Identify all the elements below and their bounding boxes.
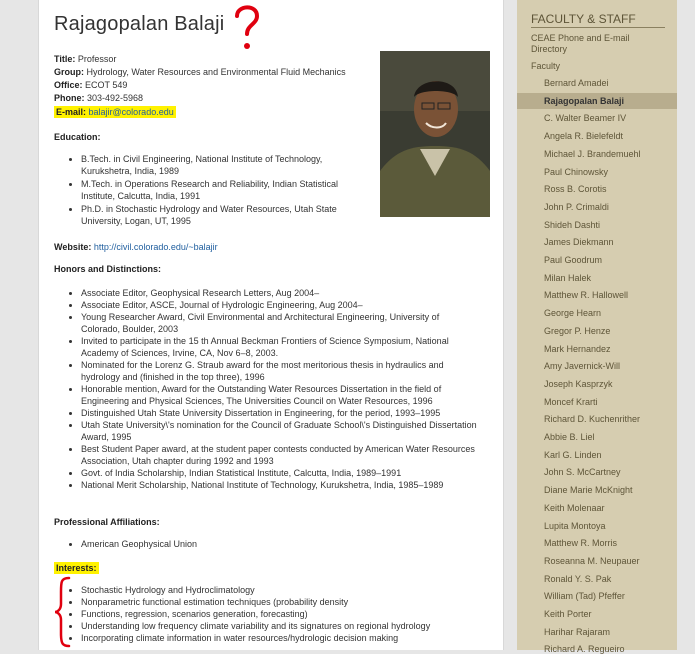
honors-item: Distinguished Utah State University Diss… xyxy=(81,407,479,419)
affiliation-item: American Geophysical Union xyxy=(81,538,381,550)
honors-item: Associate Editor, Geophysical Research L… xyxy=(81,287,479,299)
sidebar-faculty-item[interactable]: Roseanna M. Neupauer xyxy=(544,556,640,566)
office-row: Office: ECOT 549 xyxy=(54,79,127,91)
website-label: Website: xyxy=(54,242,92,252)
website-row: Website: http://civil.colorado.edu/~bala… xyxy=(54,241,218,253)
group-row: Group: Hydrology, Water Resources and En… xyxy=(54,66,346,78)
phone-value: 303-492-5968 xyxy=(87,93,144,103)
interest-item: Functions, regression, scenarios generat… xyxy=(81,608,481,620)
sidebar-faculty-item[interactable]: C. Walter Beamer IV xyxy=(544,113,626,123)
interest-item: Understanding low frequency climate vari… xyxy=(81,620,481,632)
sidebar-faculty-item[interactable]: Milan Halek xyxy=(544,273,591,283)
honors-item: Govt. of India Scholarship, Indian Stati… xyxy=(81,467,479,479)
sidebar-faculty-item[interactable]: Harihar Rajaram xyxy=(544,627,610,637)
interests-heading: Interests: xyxy=(54,562,99,574)
title-label: Title: xyxy=(54,54,76,64)
interest-item: Incorporating climate information in wat… xyxy=(81,632,481,644)
honors-item: Invited to participate in the 15 th Annu… xyxy=(81,335,479,359)
title-value: Professor xyxy=(77,54,117,64)
group-label: Group: xyxy=(54,67,84,77)
page-margin xyxy=(677,0,695,650)
sidebar-faculty-item[interactable]: Keith Porter xyxy=(544,609,592,619)
interest-item: Stochastic Hydrology and Hydroclimatolog… xyxy=(81,584,481,596)
honors-item: Associate Editor, ASCE, Journal of Hydro… xyxy=(81,299,479,311)
main-content: Rajagopalan Balaji Title: Professor Grou… xyxy=(38,0,504,650)
title-row: Title: Professor xyxy=(54,53,116,65)
sidebar-faculty-item[interactable]: William (Tad) Pfeffer xyxy=(544,591,625,601)
phone-directory-link[interactable]: CEAE Phone and E-mail Directory xyxy=(531,33,661,55)
sidebar-faculty-item[interactable]: Mark Hernandez xyxy=(544,344,611,354)
sidebar-faculty-item[interactable]: Abbie B. Liel xyxy=(544,432,595,442)
sidebar-faculty-item[interactable]: Michael J. Brandemuehl xyxy=(544,149,641,159)
group-value: Hydrology, Water Resources and Environme… xyxy=(86,67,346,77)
sidebar-faculty-item[interactable]: Shideh Dashti xyxy=(544,220,600,230)
sidebar-faculty-item[interactable]: Keith Molenaar xyxy=(544,503,605,513)
honors-list: Associate Editor, Geophysical Research L… xyxy=(69,287,479,491)
website-link[interactable]: http://civil.colorado.edu/~balajir xyxy=(94,242,218,252)
sidebar-faculty-item[interactable]: Diane Marie McKnight xyxy=(544,485,633,495)
honors-item: Nominated for the Lorenz G. Straub award… xyxy=(81,359,479,383)
sidebar-faculty-item[interactable]: Angela R. Bielefeldt xyxy=(544,131,623,141)
email-highlight: E-mail: balajir@colorado.edu xyxy=(54,106,176,118)
education-item: B.Tech. in Civil Engineering, National I… xyxy=(81,153,366,177)
affiliations-heading: Professional Affiliations: xyxy=(54,517,160,527)
sidebar-faculty-item[interactable]: Richard A. Regueiro xyxy=(544,644,625,654)
office-value: ECOT 549 xyxy=(85,80,128,90)
sidebar-faculty-item[interactable]: Bernard Amadei xyxy=(544,78,609,88)
email-label: E-mail: xyxy=(56,107,87,117)
sidebar-faculty-item[interactable]: John P. Crimaldi xyxy=(544,202,609,212)
sidebar: FACULTY & STAFF CEAE Phone and E-mail Di… xyxy=(517,0,690,654)
education-item: Ph.D. in Stochastic Hydrology and Water … xyxy=(81,203,366,227)
sidebar-faculty-item[interactable]: Richard D. Kuchenrither xyxy=(544,414,640,424)
sidebar-faculty-item[interactable]: John S. McCartney xyxy=(544,467,621,477)
sidebar-faculty-item[interactable]: James Diekmann xyxy=(544,237,614,247)
sidebar-faculty-item[interactable]: Joseph Kasprzyk xyxy=(544,379,613,389)
sidebar-faculty-item[interactable]: Matthew R. Morris xyxy=(544,538,617,548)
phone-label: Phone: xyxy=(54,93,85,103)
profile-photo xyxy=(380,51,490,217)
question-mark-icon xyxy=(235,5,260,49)
honors-item: Honorable mention, Award for the Outstan… xyxy=(81,383,479,407)
honors-heading: Honors and Distinctions: xyxy=(54,264,162,274)
page-title: Rajagopalan Balaji xyxy=(54,13,225,35)
sidebar-faculty-item[interactable]: Rajagopalan Balaji xyxy=(517,92,690,109)
affiliations-list: American Geophysical Union xyxy=(69,538,381,550)
sidebar-faculty-item[interactable]: Matthew R. Hallowell xyxy=(544,290,628,300)
sidebar-faculty-item[interactable]: Ross B. Corotis xyxy=(544,184,607,194)
phone-row: Phone: 303-492-5968 xyxy=(54,92,143,104)
sidebar-faculty-item[interactable]: Amy Javernick-Will xyxy=(544,361,620,371)
sidebar-heading: FACULTY & STAFF xyxy=(531,12,665,28)
sidebar-faculty-item[interactable]: Gregor P. Henze xyxy=(544,326,610,336)
sidebar-faculty-item[interactable]: Moncef Krarti xyxy=(544,397,598,407)
email-row: E-mail: balajir@colorado.edu xyxy=(54,106,176,118)
education-list: B.Tech. in Civil Engineering, National I… xyxy=(69,152,366,227)
honors-item: National Merit Scholarship, National Ins… xyxy=(81,479,479,491)
sidebar-faculty-item[interactable]: Karl G. Linden xyxy=(544,450,602,460)
email-link[interactable]: balajir@colorado.edu xyxy=(89,107,174,117)
honors-item: Best Student Paper award, at the student… xyxy=(81,443,479,467)
faculty-link[interactable]: Faculty xyxy=(531,61,560,72)
sidebar-faculty-item[interactable]: Lupita Montoya xyxy=(544,521,606,531)
honors-item: Young Researcher Award, Civil Environmen… xyxy=(81,311,479,335)
office-label: Office: xyxy=(54,80,83,90)
education-heading: Education: xyxy=(54,132,101,142)
interests-list: Stochastic Hydrology and Hydroclimatolog… xyxy=(69,584,481,644)
sidebar-faculty-item[interactable]: Ronald Y. S. Pak xyxy=(544,574,611,584)
honors-item: Utah State University\'s nomination for … xyxy=(81,419,479,443)
interest-item: Nonparametric functional estimation tech… xyxy=(81,596,481,608)
sidebar-faculty-item[interactable]: Paul Goodrum xyxy=(544,255,602,265)
sidebar-faculty-item[interactable]: George Hearn xyxy=(544,308,601,318)
sidebar-faculty-item[interactable]: Paul Chinowsky xyxy=(544,167,608,177)
education-item: M.Tech. in Operations Research and Relia… xyxy=(81,178,366,202)
